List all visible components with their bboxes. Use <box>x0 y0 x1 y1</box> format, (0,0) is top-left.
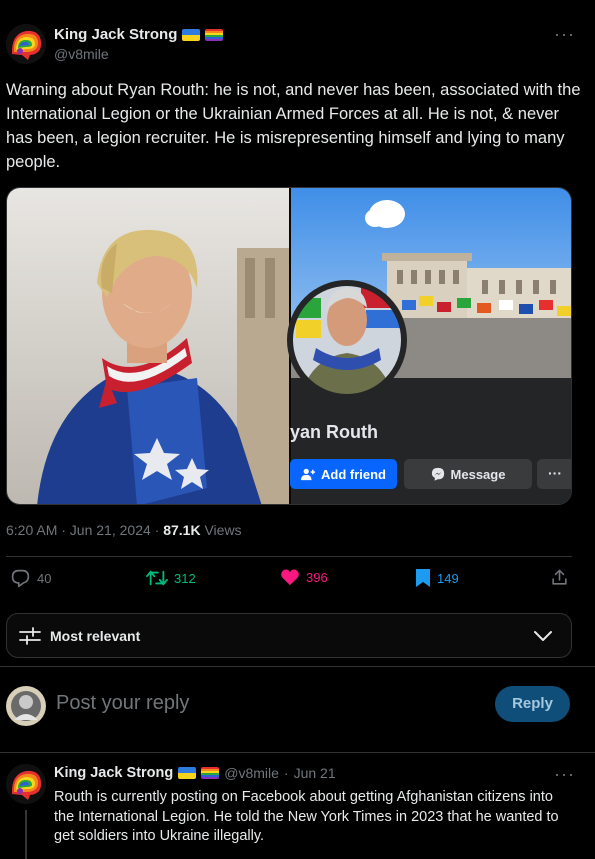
more-options-icon[interactable]: ··· <box>554 24 575 45</box>
reply-button-submit[interactable]: Reply <box>495 686 570 722</box>
sliders-icon <box>19 627 41 645</box>
author-avatar[interactable] <box>6 24 46 64</box>
reply-author-name[interactable]: King Jack Strong <box>54 765 173 781</box>
chevron-down-icon <box>534 631 552 641</box>
profile-more-button[interactable]: ··· <box>537 459 571 489</box>
reply-input[interactable]: Post your reply <box>56 692 189 715</box>
share-button[interactable] <box>550 568 569 587</box>
divider-composer-bottom <box>0 752 595 753</box>
message-button[interactable]: Message <box>404 459 532 489</box>
repost-button[interactable]: 312 <box>146 568 196 588</box>
author-handle[interactable]: @v8mile <box>54 46 109 62</box>
bookmark-icon <box>416 569 430 587</box>
tweet-header: King Jack Strong @v8mile ··· <box>6 24 589 66</box>
rainbow-flag-icon <box>205 28 224 41</box>
ukraine-flag-icon <box>182 28 201 41</box>
tweet-media[interactable]: yan Routh Add friend Message ··· <box>6 187 572 505</box>
sort-label: Most relevant <box>50 628 141 644</box>
divider-top <box>6 556 572 557</box>
reply-button[interactable]: 40 <box>10 568 51 589</box>
share-upload-icon <box>552 569 567 585</box>
ukraine-flag-icon <box>178 767 197 779</box>
reply-composer: Post your reply Reply <box>0 668 595 743</box>
bookmark-button[interactable]: 149 <box>415 568 459 588</box>
reply-date[interactable]: Jun 21 <box>294 765 336 781</box>
views-count: 87.1K <box>163 522 201 538</box>
reply-tweet[interactable]: King Jack Strong @v8mile · Jun 21 ··· Ro… <box>6 764 589 859</box>
author-name-row: King Jack Strong <box>54 26 224 43</box>
reply-more-options-icon[interactable]: ··· <box>554 764 575 785</box>
messenger-icon <box>431 467 444 481</box>
reply-meta: King Jack Strong @v8mile · Jun 21 <box>54 765 336 781</box>
tweet-timestamp: 6:20 AM · Jun 21, 2024 · 87.1K Views <box>6 522 242 538</box>
profile-name: yan Routh <box>290 422 378 442</box>
divider-composer-top <box>0 666 595 667</box>
add-person-icon <box>301 468 315 481</box>
views-label: Views <box>200 522 242 538</box>
current-user-avatar[interactable] <box>6 686 46 726</box>
bookmark-count: 149 <box>437 570 459 586</box>
reply-text: Routh is currently posting on Facebook a… <box>54 789 559 844</box>
like-button[interactable]: 396 <box>280 568 328 586</box>
heart-icon <box>281 569 299 586</box>
rainbow-flag-icon <box>201 767 220 779</box>
reply-author-avatar[interactable] <box>6 764 46 804</box>
author-name[interactable]: King Jack Strong <box>54 26 177 43</box>
repost-arrows-icon <box>146 570 168 586</box>
action-bar: 40 312 396 149 <box>6 568 572 596</box>
sort-replies-dropdown[interactable]: Most relevant <box>6 613 572 658</box>
timestamp-text[interactable]: 6:20 AM · Jun 21, 2024 · <box>6 522 163 538</box>
tweet-text: Warning about Ryan Routh: he is not, and… <box>6 81 581 171</box>
media-image <box>7 188 571 504</box>
add-friend-button[interactable]: Add friend <box>290 459 397 489</box>
reply-count: 40 <box>37 571 52 586</box>
add-friend-label: Add friend <box>321 466 386 482</box>
thread-line <box>25 810 27 859</box>
reply-author-handle[interactable]: @v8mile <box>224 765 279 781</box>
reply-separator: · <box>283 765 289 781</box>
repost-count: 312 <box>174 570 196 586</box>
like-count: 396 <box>306 569 328 585</box>
speech-bubble-icon <box>11 569 30 588</box>
message-label: Message <box>450 466 506 482</box>
